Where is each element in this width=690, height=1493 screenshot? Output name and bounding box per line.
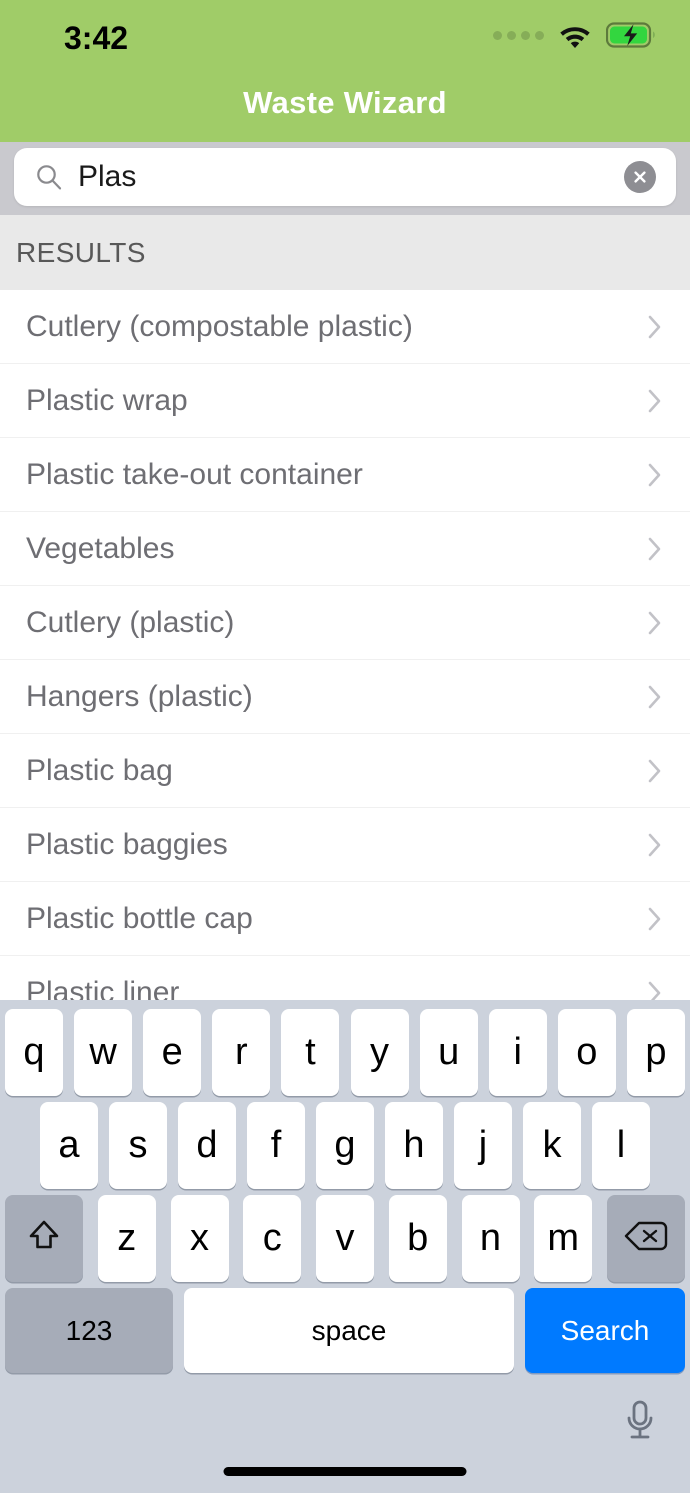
list-item[interactable]: Plastic bottle cap (0, 882, 690, 956)
chevron-right-icon (646, 608, 664, 638)
search-input[interactable]: Plas (78, 160, 624, 194)
key-w[interactable]: w (74, 1009, 133, 1096)
list-item-label: Plastic liner (26, 975, 180, 1001)
key-v[interactable]: v (316, 1195, 374, 1282)
status-bar-time: 3:42 (64, 20, 129, 56)
chevron-right-icon (646, 904, 664, 934)
key-x[interactable]: x (170, 1195, 229, 1282)
list-item[interactable]: Plastic liner (0, 956, 690, 1000)
key-k[interactable]: k (523, 1102, 581, 1189)
list-item-label: Vegetables (26, 531, 175, 565)
keyboard-row-1: q w e r t y u i o p (0, 1009, 690, 1096)
list-item[interactable]: Plastic take-out container (0, 438, 690, 512)
list-item[interactable]: Hangers (plastic) (0, 660, 690, 734)
chevron-right-icon (646, 386, 664, 416)
list-item[interactable]: Cutlery (compostable plastic) (0, 290, 690, 364)
microphone-icon[interactable] (618, 1395, 662, 1447)
search-return-key[interactable]: Search (525, 1288, 685, 1373)
key-u[interactable]: u (419, 1009, 478, 1096)
key-f[interactable]: f (247, 1102, 305, 1189)
key-a[interactable]: a (40, 1102, 98, 1189)
key-n[interactable]: n (461, 1195, 520, 1282)
search-icon (14, 162, 64, 192)
chevron-right-icon (646, 460, 664, 490)
key-z[interactable]: z (97, 1195, 156, 1282)
status-bar: 3:42 (0, 0, 690, 72)
backspace-delete-icon (623, 1219, 669, 1258)
key-m[interactable]: m (534, 1195, 593, 1282)
wifi-icon (558, 23, 592, 48)
phone-screen: 3:42 Waste Wizard Plas RESULTS Cutlery (… (0, 0, 690, 1493)
key-l[interactable]: l (592, 1102, 650, 1189)
key-t[interactable]: t (281, 1009, 340, 1096)
chevron-right-icon (646, 756, 664, 786)
list-item[interactable]: Plastic baggies (0, 808, 690, 882)
keyboard-row-4: 123 space Search (0, 1288, 690, 1373)
shift-up-arrow-icon (24, 1216, 64, 1261)
list-item-label: Plastic bottle cap (26, 901, 253, 935)
numbers-key[interactable]: 123 (5, 1288, 173, 1373)
key-q[interactable]: q (5, 1009, 63, 1096)
key-p[interactable]: p (626, 1009, 685, 1096)
key-y[interactable]: y (350, 1009, 409, 1096)
chevron-right-icon (646, 312, 664, 342)
app-header: 3:42 Waste Wizard (0, 0, 690, 142)
keyboard-row-2: a s d f g h j k l (0, 1102, 690, 1189)
results-section-header: RESULTS (0, 215, 690, 290)
list-item[interactable]: Cutlery (plastic) (0, 586, 690, 660)
key-b[interactable]: b (388, 1195, 447, 1282)
chevron-right-icon (646, 534, 664, 564)
home-indicator (223, 1467, 467, 1476)
list-item-label: Plastic baggies (26, 827, 228, 861)
key-d[interactable]: d (178, 1102, 236, 1189)
chevron-right-icon (646, 978, 664, 1000)
list-item-label: Cutlery (plastic) (26, 605, 235, 639)
key-s[interactable]: s (109, 1102, 167, 1189)
key-e[interactable]: e (143, 1009, 202, 1096)
status-bar-indicators (493, 22, 656, 48)
key-r[interactable]: r (212, 1009, 271, 1096)
list-item[interactable]: Plastic bag (0, 734, 690, 808)
results-section-label: RESULTS (16, 236, 146, 268)
cellular-signal-dots-icon (493, 30, 544, 40)
battery-charging-icon (606, 22, 656, 48)
key-j[interactable]: j (454, 1102, 512, 1189)
clear-search-icon[interactable] (624, 161, 656, 193)
list-item-label: Plastic take-out container (26, 457, 363, 491)
chevron-right-icon (646, 682, 664, 712)
list-item-label: Cutlery (compostable plastic) (26, 309, 413, 343)
results-list[interactable]: Cutlery (compostable plastic) Plastic wr… (0, 290, 690, 1000)
key-i[interactable]: i (488, 1009, 547, 1096)
search-field[interactable]: Plas (14, 148, 676, 206)
list-item-label: Hangers (plastic) (26, 679, 253, 713)
chevron-right-icon (646, 830, 664, 860)
shift-key[interactable] (5, 1195, 83, 1282)
backspace-key[interactable] (607, 1195, 685, 1282)
key-o[interactable]: o (557, 1009, 616, 1096)
list-item[interactable]: Plastic wrap (0, 364, 690, 438)
page-title: Waste Wizard (243, 85, 447, 120)
list-item-label: Plastic bag (26, 753, 173, 787)
list-item-label: Plastic wrap (26, 383, 188, 417)
key-h[interactable]: h (385, 1102, 443, 1189)
onscreen-keyboard[interactable]: q w e r t y u i o p a s d f g h j k l z … (0, 1000, 690, 1493)
keyboard-row-3: z x c v b n m (0, 1195, 690, 1282)
space-key[interactable]: space (184, 1288, 514, 1373)
list-item[interactable]: Vegetables (0, 512, 690, 586)
key-c[interactable]: c (243, 1195, 302, 1282)
key-g[interactable]: g (316, 1102, 374, 1189)
